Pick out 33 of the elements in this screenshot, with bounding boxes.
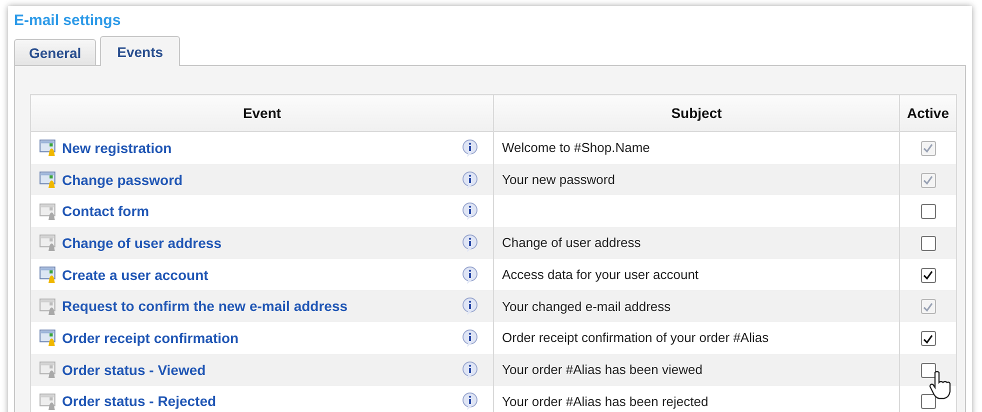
subject-text: Welcome to #Shop.Name <box>502 140 650 156</box>
active-checkbox[interactable] <box>920 236 936 251</box>
active-checkbox[interactable] <box>920 204 936 220</box>
event-link[interactable]: Order receipt confirmation <box>62 330 461 346</box>
info-icon[interactable] <box>461 266 479 284</box>
event-link[interactable]: Contact form <box>62 203 461 220</box>
tab[interactable]: General <box>14 39 96 65</box>
info-icon[interactable] <box>461 328 479 347</box>
subject-text: Your order #Alias has been viewed <box>502 362 702 378</box>
info-icon[interactable] <box>461 297 479 316</box>
active-checkbox[interactable] <box>920 268 936 283</box>
subject-text: Your new password <box>502 172 615 188</box>
event-link[interactable]: Create a user account <box>62 266 461 283</box>
column-header: Subject <box>494 94 900 132</box>
info-icon[interactable] <box>461 170 479 189</box>
column-header: Event <box>30 94 494 132</box>
subject-text: Order receipt confirmation of your order #Alias <box>502 330 769 346</box>
info-icon[interactable] <box>461 392 479 410</box>
info-icon[interactable] <box>461 234 479 252</box>
hand-cursor-icon <box>929 370 953 401</box>
subject-text: Access data for your user account <box>502 267 699 282</box>
column-header: Active <box>900 94 956 132</box>
event-link[interactable]: Order status - Rejected <box>62 393 461 410</box>
subject-text: Change of user address <box>502 235 641 250</box>
active-checkbox[interactable] <box>920 331 936 346</box>
info-icon[interactable] <box>461 202 479 220</box>
info-icon[interactable] <box>461 360 479 379</box>
info-icon[interactable] <box>461 138 479 157</box>
subject-text: Your changed e-mail address <box>502 298 671 314</box>
panel-title: E-mail settings <box>14 12 122 31</box>
subject-text: Your order #Alias has been rejected <box>502 394 708 409</box>
tab[interactable]: Events <box>100 36 180 66</box>
active-checkbox[interactable] <box>920 362 936 378</box>
